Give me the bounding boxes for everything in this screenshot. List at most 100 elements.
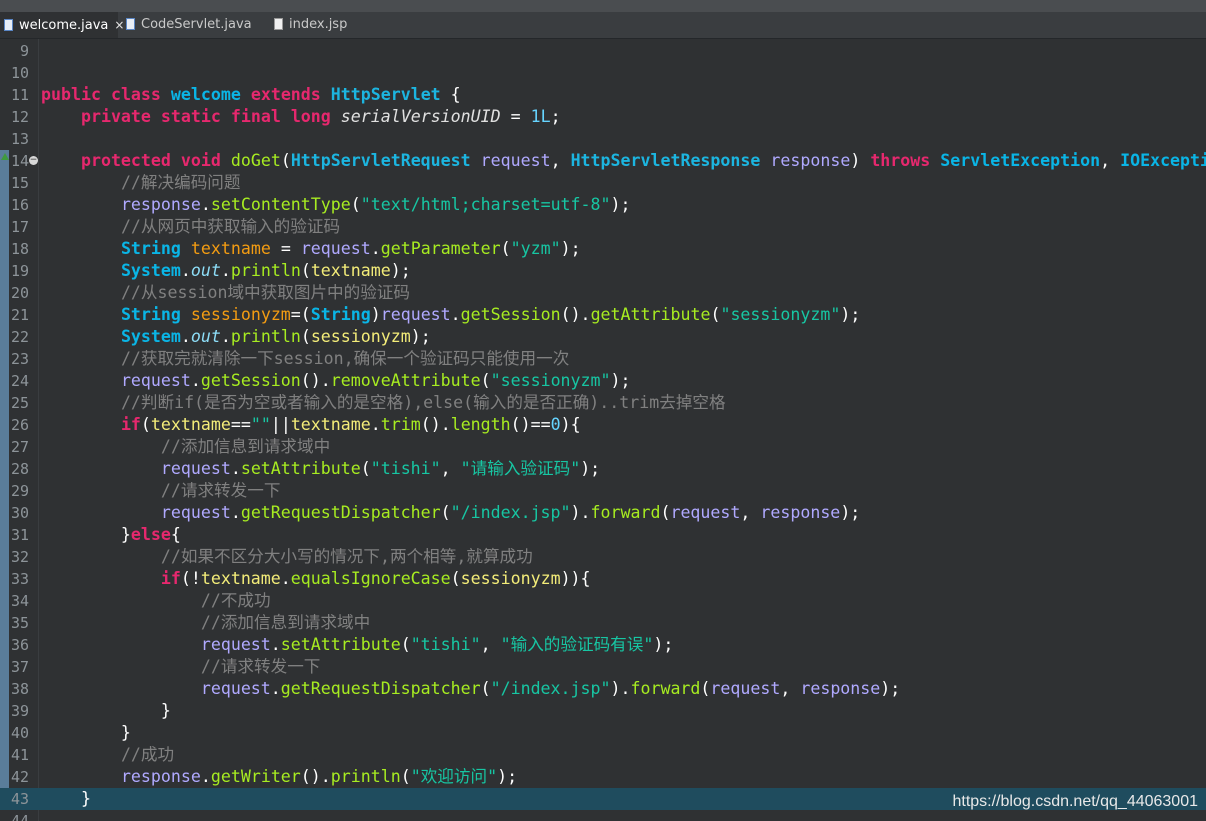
code-editor[interactable]: 9 10 11 public class welcome extends HttpSe…	[0, 39, 1206, 821]
code-line[interactable]: 29 //请求转发一下	[0, 480, 1206, 502]
code-token: if	[120, 415, 141, 434]
code-text: request.setAttribute("tishi", "输入的验证码有误"…	[41, 634, 673, 656]
code-token: =	[270, 239, 301, 258]
code-token: //请求转发一下	[200, 657, 321, 676]
code-token: void	[180, 151, 221, 170]
code-text: request.setAttribute("tishi", "请输入验证码");	[41, 458, 600, 480]
line-number: 9	[19, 42, 29, 60]
code-line[interactable]: 31 }else{	[0, 524, 1206, 546]
code-line[interactable]: 10	[0, 62, 1206, 84]
code-line[interactable]: 21 String sessionyzm=(String)request.get…	[0, 304, 1206, 326]
code-token: ,	[440, 459, 461, 478]
code-token: );	[497, 767, 518, 786]
code-line[interactable]: 20 //从session域中获取图片中的验证码	[0, 282, 1206, 304]
code-line[interactable]: 16 response.setContentType("text/html;ch…	[0, 194, 1206, 216]
code-token: //从session域中获取图片中的验证码	[120, 283, 410, 302]
code-token: request	[160, 503, 231, 522]
line-number: 31	[10, 526, 29, 544]
code-line[interactable]: 13	[0, 128, 1206, 150]
code-line[interactable]: 22 System.out.println(sessionyzm);	[0, 326, 1206, 348]
code-text: //从session域中获取图片中的验证码	[41, 282, 410, 304]
code-token: out	[190, 327, 221, 346]
code-line[interactable]: 28 request.setAttribute("tishi", "请输入验证码…	[0, 458, 1206, 480]
code-area[interactable]: 9 10 11 public class welcome extends HttpSe…	[0, 40, 1206, 821]
code-line[interactable]: 34 //不成功	[0, 590, 1206, 612]
code-text: request.getRequestDispatcher("/index.jsp…	[41, 678, 900, 700]
code-token: textname	[310, 261, 391, 280]
java-file-icon	[126, 18, 135, 30]
code-token: .	[370, 239, 381, 258]
code-line[interactable]: 9	[0, 40, 1206, 62]
code-text: response.setContentType("text/html;chars…	[41, 194, 631, 216]
code-line[interactable]: 15 //解决编码问题	[0, 172, 1206, 194]
code-text: response.getWriter().println("欢迎访问");	[41, 766, 517, 788]
code-text: //请求转发一下	[41, 656, 321, 678]
code-line[interactable]: 39 }	[0, 700, 1206, 722]
tab-index-jsp[interactable]: index.jsp	[274, 12, 347, 38]
code-token: ).	[570, 503, 591, 522]
code-token: .	[370, 415, 381, 434]
code-token: getRequestDispatcher	[240, 503, 441, 522]
code-line[interactable]: 37 //请求转发一下	[0, 656, 1206, 678]
line-number: 25	[10, 394, 29, 412]
code-line[interactable]: 42 response.getWriter().println("欢迎访问");	[0, 766, 1206, 788]
fold-toggle-icon[interactable]: −	[29, 156, 38, 165]
code-text: }	[41, 700, 171, 722]
code-text: //添加信息到请求域中	[41, 436, 330, 458]
code-line[interactable]: 30 request.getRequestDispatcher("/index.…	[0, 502, 1206, 524]
line-number: 37	[10, 658, 29, 676]
line-number: 18	[10, 240, 29, 258]
watermark: https://blog.csdn.net/qq_44063001	[952, 793, 1198, 810]
code-line[interactable]: 19 System.out.println(textname);	[0, 260, 1206, 282]
line-number: 17	[10, 218, 29, 236]
code-token: "sessionyzm"	[490, 371, 611, 390]
code-token: request	[710, 679, 781, 698]
line-number: 34	[10, 592, 29, 610]
code-line[interactable]: 27 //添加信息到请求域中	[0, 436, 1206, 458]
code-token: textname	[290, 415, 371, 434]
code-line[interactable]: 14− protected void doGet(HttpServletRequ…	[0, 150, 1206, 172]
code-token: (	[400, 635, 411, 654]
code-line[interactable]: 23 //获取完就清除一下session,确保一个验证码只能使用一次	[0, 348, 1206, 370]
code-line[interactable]: 33 if(!textname.equalsIgnoreCase(session…	[0, 568, 1206, 590]
code-line[interactable]: 41 //成功	[0, 744, 1206, 766]
code-token: )	[850, 151, 871, 170]
code-line[interactable]: 11 public class welcome extends HttpServl…	[0, 84, 1206, 106]
line-number: 26	[10, 416, 29, 434]
code-token: request	[670, 503, 741, 522]
code-line[interactable]: 35 //添加信息到请求域中	[0, 612, 1206, 634]
code-line[interactable]: 25 //判断if(是否为空或者输入的是空格),else(输入的是否正确)..t…	[0, 392, 1206, 414]
close-icon[interactable]: ×	[114, 18, 124, 32]
code-line[interactable]: 17 //从网页中获取输入的验证码	[0, 216, 1206, 238]
code-line[interactable]: 26 if(textname==""||textname.trim().leng…	[0, 414, 1206, 436]
code-line[interactable]: 36 request.setAttribute("tishi", "输入的验证码…	[0, 634, 1206, 656]
code-token: doGet	[230, 151, 281, 170]
tab-welcome-java[interactable]: welcome.java ×	[0, 12, 124, 38]
code-token: response	[120, 195, 201, 214]
code-text: //解决编码问题	[41, 172, 241, 194]
code-line[interactable]: 44	[0, 810, 1206, 821]
code-line[interactable]: 12 private static final long serialVersi…	[0, 106, 1206, 128]
code-token: );	[390, 261, 411, 280]
code-line[interactable]: 38 request.getRequestDispatcher("/index.…	[0, 678, 1206, 700]
line-number: 15	[10, 174, 29, 192]
code-line[interactable]: 32 //如果不区分大小写的情况下,两个相等,就算成功	[0, 546, 1206, 568]
code-token: welcome	[170, 85, 241, 104]
code-line[interactable]: 18 String textname = request.getParamete…	[0, 238, 1206, 260]
tab-label: index.jsp	[289, 17, 348, 32]
code-line[interactable]: 40 }	[0, 722, 1206, 744]
tab-codeservlet-java[interactable]: CodeServlet.java	[126, 12, 252, 38]
code-line[interactable]: 24 request.getSession().removeAttribute(…	[0, 370, 1206, 392]
code-text: if(!textname.equalsIgnoreCase(sessionyzm…	[41, 568, 591, 590]
code-text: private static final long serialVersionU…	[41, 106, 561, 128]
